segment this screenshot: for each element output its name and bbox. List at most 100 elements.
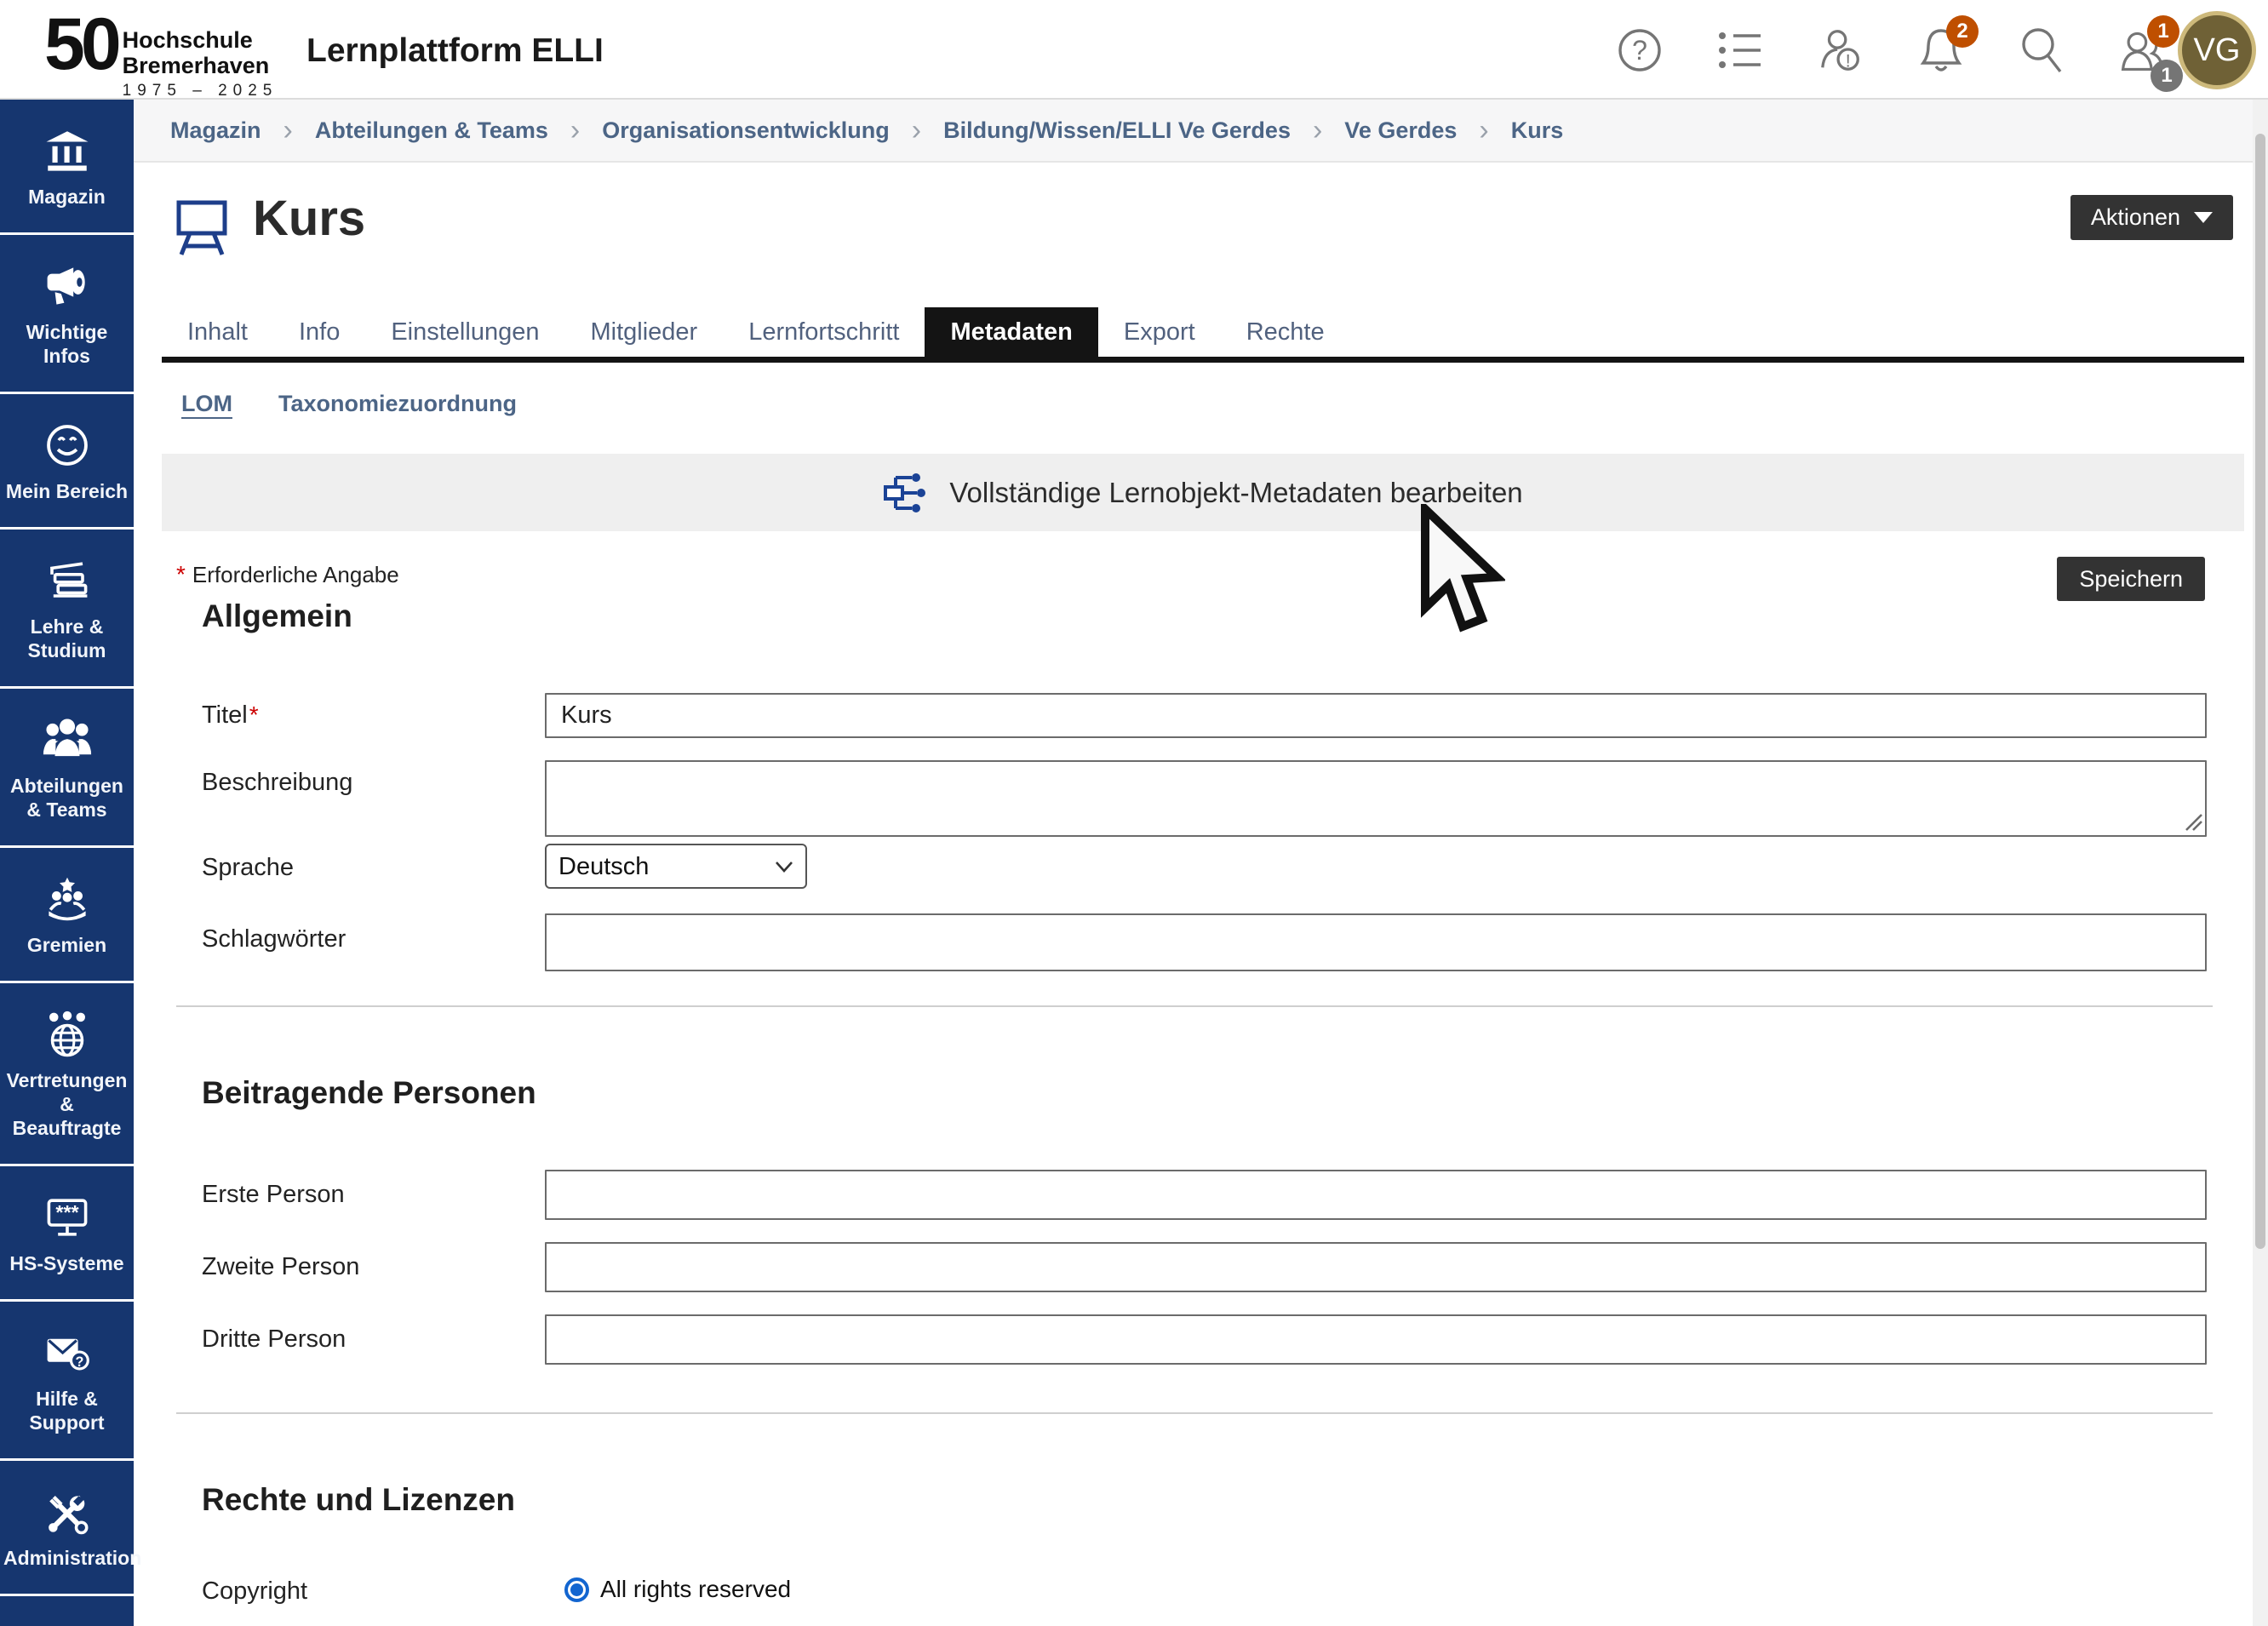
sub-tab-bar: LOM Taxonomiezuordnung xyxy=(181,391,517,417)
sidebar-item-label: Vertretungen & Beauftragte xyxy=(3,1068,130,1140)
chevron-down-icon xyxy=(2194,212,2213,223)
logo-name-line1: Hochschule xyxy=(123,27,278,53)
tab-export[interactable]: Export xyxy=(1098,307,1221,357)
svg-text:?: ? xyxy=(75,1354,83,1370)
sidebar-item-label: Mein Bereich xyxy=(3,479,130,503)
save-button-label: Speichern xyxy=(2079,566,2183,593)
search-icon[interactable] xyxy=(2018,24,2065,77)
sidebar-item-lehre-studium[interactable]: Lehre & Studium xyxy=(0,530,134,689)
section-title-allgemein: Allgemein xyxy=(202,598,352,634)
schlagwoerter-input[interactable] xyxy=(545,913,2207,971)
sidebar-item-wichtige-infos[interactable]: Wichtige Infos xyxy=(0,235,134,394)
tab-metadaten[interactable]: Metadaten xyxy=(925,307,1097,357)
required-asterisk: * xyxy=(176,561,186,587)
breadcrumb-item[interactable]: Organisationsentwicklung xyxy=(602,117,890,144)
dritte-person-input[interactable] xyxy=(545,1314,2207,1365)
actions-button[interactable]: Aktionen xyxy=(2070,195,2233,240)
section-title-rechte-lizenzen: Rechte und Lizenzen xyxy=(202,1482,515,1518)
sprache-select-wrapper: Deutsch xyxy=(545,844,807,889)
required-hint: *Erforderliche Angabe xyxy=(176,561,399,588)
globe-people-icon xyxy=(3,1011,130,1058)
main-sidebar: Magazin Wichtige Infos Mein Bereich xyxy=(0,100,134,1626)
erste-person-input[interactable] xyxy=(545,1170,2207,1220)
schlagwoerter-label: Schlagwörter xyxy=(202,925,346,953)
page-title: Kurs xyxy=(253,190,365,247)
books-icon xyxy=(3,557,130,604)
task-list-icon[interactable] xyxy=(1716,24,1764,77)
sidebar-item-mein-bereich[interactable]: Mein Bereich xyxy=(0,394,134,530)
radio-button[interactable] xyxy=(564,1577,589,1602)
sidebar-item-label: HS-Systeme xyxy=(3,1251,130,1275)
svg-text:!: ! xyxy=(1846,50,1851,71)
sidebar-item-magazin[interactable]: Magazin xyxy=(0,100,134,235)
user-avatar[interactable]: VG xyxy=(2178,11,2256,89)
svg-text:***: *** xyxy=(55,1201,79,1223)
breadcrumb-item[interactable]: Magazin xyxy=(170,117,261,144)
sidebar-item-hilfe-support[interactable]: ? Hilfe & Support xyxy=(0,1302,134,1461)
megaphone-icon xyxy=(3,262,130,310)
people-group-icon xyxy=(3,716,130,764)
zweite-person-label: Zweite Person xyxy=(202,1253,359,1281)
sidebar-item-abteilungen-teams[interactable]: Abteilungen & Teams xyxy=(0,689,134,848)
breadcrumb-item[interactable]: Abteilungen & Teams xyxy=(315,117,548,144)
copyright-label: Copyright xyxy=(202,1577,307,1606)
logo-50: 50 xyxy=(44,5,117,83)
vertical-scrollbar xyxy=(2253,100,2268,1626)
breadcrumb-separator: › xyxy=(570,114,580,147)
logo-name-line2: Bremerhaven xyxy=(123,53,278,78)
dritte-person-label: Dritte Person xyxy=(202,1325,346,1354)
breadcrumb-separator: › xyxy=(1479,114,1488,147)
breadcrumb-separator: › xyxy=(284,114,293,147)
tab-mitglieder[interactable]: Mitglieder xyxy=(564,307,723,357)
section-divider xyxy=(176,1412,2213,1414)
sidebar-item-vertretungen[interactable]: Vertretungen & Beauftragte xyxy=(0,983,134,1166)
contacts-icon[interactable]: 1 1 xyxy=(2118,24,2166,77)
top-header-bar: 50 Hochschule Bremerhaven 1975 – 2025 Le… xyxy=(0,0,2268,100)
tab-lernfortschritt[interactable]: Lernfortschritt xyxy=(723,307,925,357)
beschreibung-textarea[interactable] xyxy=(545,760,2207,837)
edit-full-metadata-label: Vollständige Lernobjekt-Metadaten bearbe… xyxy=(949,477,1522,509)
subtab-lom[interactable]: LOM xyxy=(181,391,232,417)
sidebar-item-administration[interactable]: Administration xyxy=(0,1461,134,1596)
sidebar-item-gremien[interactable]: Gremien xyxy=(0,848,134,983)
tab-einstellungen[interactable]: Einstellungen xyxy=(365,307,564,357)
copyright-option-label: All rights reserved xyxy=(600,1576,791,1603)
breadcrumb-separator: › xyxy=(912,114,921,147)
bell-icon[interactable]: 2 xyxy=(1917,24,1965,77)
actions-button-label: Aktionen xyxy=(2091,204,2180,231)
breadcrumb-item[interactable]: Bildung/Wissen/ELLI Ve Gerdes xyxy=(943,117,1291,144)
tab-inhalt[interactable]: Inhalt xyxy=(162,307,273,357)
help-icon[interactable]: ? xyxy=(1616,24,1664,77)
sidebar-item-label: Hilfe & Support xyxy=(3,1387,130,1434)
monitor-icon: *** xyxy=(3,1194,130,1241)
breadcrumb-item[interactable]: Ve Gerdes xyxy=(1344,117,1457,144)
subtab-taxonomiezuordnung[interactable]: Taxonomiezuordnung xyxy=(278,391,517,417)
user-pending-icon[interactable]: ! xyxy=(1817,24,1864,77)
titel-input[interactable] xyxy=(545,693,2207,738)
sprache-select[interactable]: Deutsch xyxy=(545,844,807,889)
sidebar-item-label: Administration xyxy=(3,1546,130,1570)
titel-label: Titel* xyxy=(202,701,259,730)
tab-bar: Inhalt Info Einstellungen Mitglieder Ler… xyxy=(162,307,2244,363)
mail-help-icon: ? xyxy=(3,1329,130,1377)
copyright-radio-option[interactable]: All rights reserved xyxy=(564,1576,791,1603)
breadcrumb-separator: › xyxy=(1313,114,1322,147)
bank-icon xyxy=(3,127,130,175)
tab-info[interactable]: Info xyxy=(273,307,365,357)
erste-person-label: Erste Person xyxy=(202,1181,345,1209)
smiley-icon xyxy=(3,421,130,469)
scrollbar-thumb[interactable] xyxy=(2255,134,2265,1249)
zweite-person-input[interactable] xyxy=(545,1242,2207,1292)
sprache-label: Sprache xyxy=(202,854,294,882)
contacts-badge-secondary: 1 xyxy=(2151,60,2183,92)
university-logo: 50 Hochschule Bremerhaven 1975 – 2025 xyxy=(44,5,278,100)
main-content: Kurs Aktionen Inhalt Info Einstellungen … xyxy=(134,163,2253,1626)
notification-badge: 2 xyxy=(1946,15,1979,48)
sidebar-item-label: Gremien xyxy=(3,933,130,957)
beschreibung-label: Beschreibung xyxy=(202,769,352,797)
sidebar-item-hs-systeme[interactable]: *** HS-Systeme xyxy=(0,1166,134,1302)
edit-full-metadata-link[interactable]: Vollständige Lernobjekt-Metadaten bearbe… xyxy=(162,454,2244,531)
breadcrumb-item[interactable]: Kurs xyxy=(1511,117,1564,144)
save-button[interactable]: Speichern xyxy=(2057,557,2205,601)
tab-rechte[interactable]: Rechte xyxy=(1221,307,1350,357)
